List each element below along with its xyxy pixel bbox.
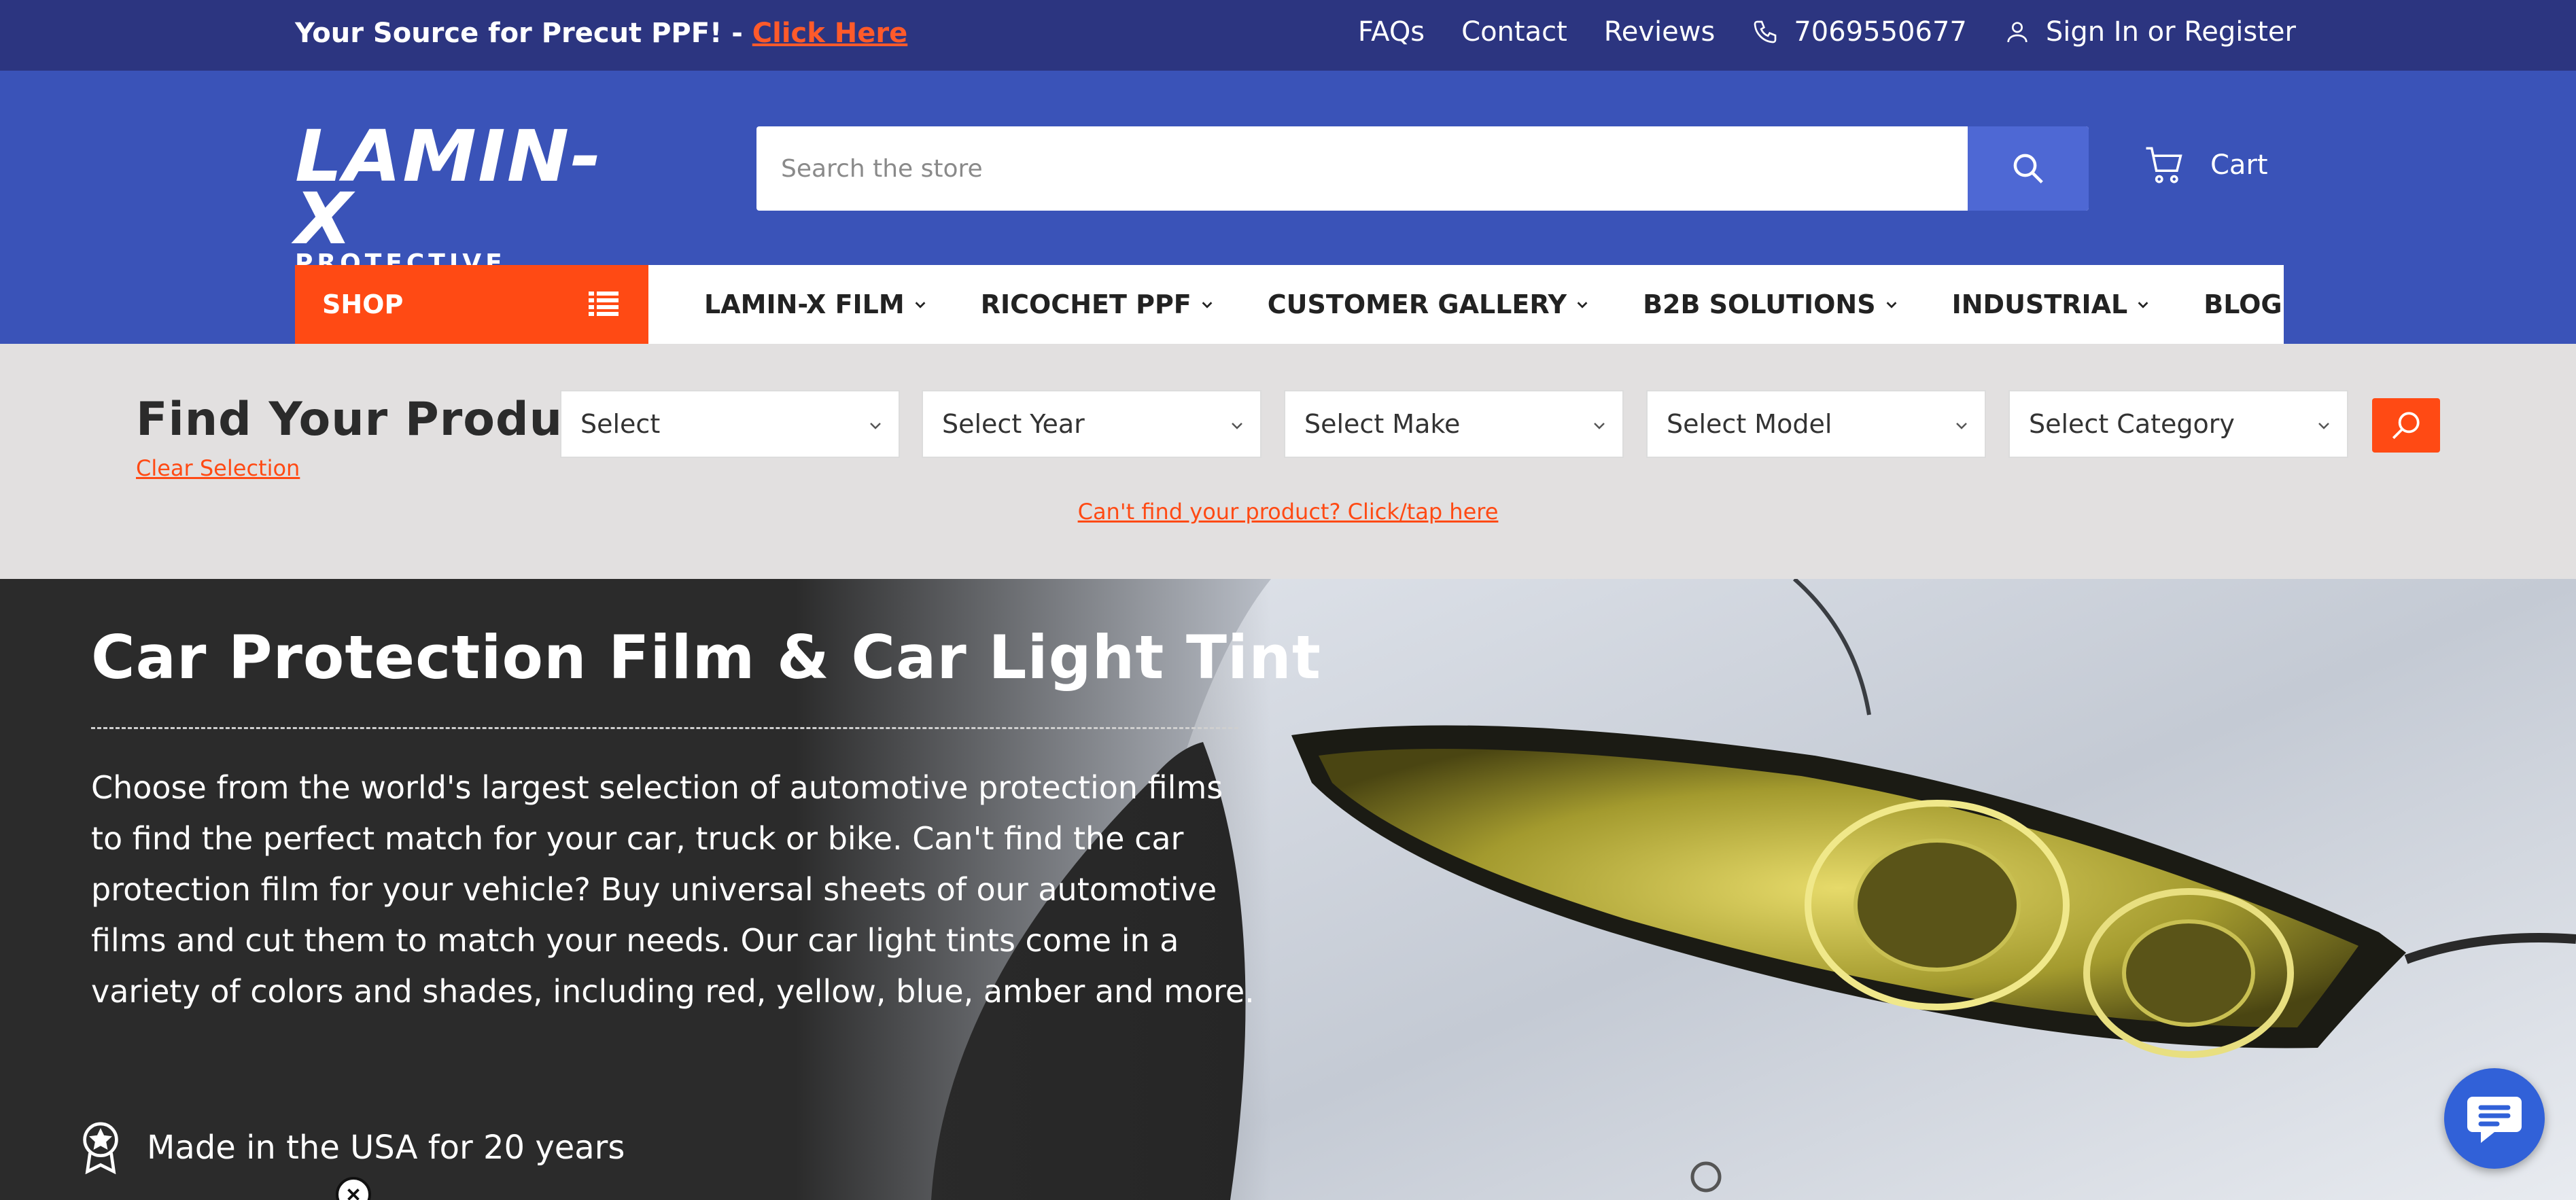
logo-wordmark: LAMIN-X: [295, 115, 603, 260]
nav-item-customer-gallery[interactable]: CUSTOMER GALLERY: [1268, 289, 1590, 319]
select-model[interactable]: Select Model: [1646, 390, 1986, 458]
search-input[interactable]: [756, 126, 1969, 211]
select-value: Select Make: [1304, 409, 1461, 439]
select-value: Select Category: [2029, 409, 2235, 439]
nav-item-lamin-x-film[interactable]: LAMIN-X FILM: [704, 289, 928, 319]
search-button[interactable]: [1968, 126, 2089, 211]
chevron-down-icon: [1886, 302, 1896, 308]
chevron-down-icon: [1956, 423, 1967, 429]
finder-title: Find Your Product: [136, 393, 614, 446]
announcement-bar: Your Source for Precut PPF! - Click Here…: [0, 0, 2576, 71]
chevron-down-icon: [915, 302, 926, 308]
utility-links: FAQs Contact Reviews 7069550677 Sign In …: [1358, 16, 2296, 48]
nav-item-label: CUSTOMER GALLERY: [1267, 289, 1567, 319]
select-category[interactable]: Select Category: [2008, 390, 2348, 458]
hero-description: Choose from the world's largest selectio…: [91, 769, 1255, 1010]
account-link[interactable]: Sign In or Register: [2004, 16, 2296, 48]
clear-selection-link[interactable]: Clear Selection: [136, 455, 300, 481]
hero-banner: Car Protection Film & Car Light Tint Cho…: [0, 579, 2576, 1200]
nav-item-label: LAMIN-X FILM: [704, 289, 905, 319]
phone-icon: [1754, 20, 1777, 43]
chevron-down-icon: [1232, 423, 1242, 429]
select-value: Select Model: [1667, 409, 1832, 439]
made-in-usa-badge: Made in the USA for 20 years: [79, 1121, 625, 1174]
nav-items: LAMIN-X FILM RICOCHET PPF CUSTOMER GALLE…: [648, 265, 2282, 344]
phone-number: 7069550677: [1794, 16, 1967, 48]
select-make[interactable]: Select Make: [1284, 390, 1624, 458]
chevron-down-icon: [1202, 302, 1213, 308]
search-icon: [2013, 154, 2043, 183]
nav-item-blog[interactable]: BLOG: [2204, 289, 2282, 319]
select-type[interactable]: Select: [560, 390, 900, 458]
nav-item-industrial[interactable]: INDUSTRIAL: [1952, 289, 2151, 319]
select-year[interactable]: Select Year: [922, 390, 1261, 458]
user-icon: [2007, 22, 2027, 43]
contact-link[interactable]: Contact: [1461, 16, 1567, 48]
search-icon: [2392, 412, 2420, 440]
phone-link[interactable]: 7069550677: [1752, 16, 1967, 48]
chevron-down-icon: [2318, 423, 2329, 429]
cart-label: Cart: [2210, 149, 2268, 181]
badge-text: Made in the USA for 20 years: [147, 1129, 625, 1167]
promo-text: Your Source for Precut PPF! -: [295, 18, 752, 49]
cart-icon: [2146, 147, 2182, 183]
shop-label: SHOP: [322, 289, 404, 319]
nav-item-label: RICOCHET PPF: [980, 289, 1191, 319]
live-chat-button[interactable]: [2444, 1068, 2545, 1169]
nav-item-label: BLOG: [2204, 289, 2282, 319]
nav-item-label: B2B SOLUTIONS: [1643, 289, 1876, 319]
award-ribbon-icon: [83, 1122, 118, 1174]
promo-link[interactable]: Click Here: [752, 18, 907, 49]
list-icon: [589, 292, 619, 316]
account-label: Sign In or Register: [2045, 16, 2296, 48]
faqs-link[interactable]: FAQs: [1358, 16, 1425, 48]
cant-find-product-link[interactable]: Can't find your product? Click/tap here: [0, 499, 2576, 525]
nav-item-label: INDUSTRIAL: [1951, 289, 2128, 319]
hero-divider: [91, 727, 1238, 729]
chat-icon: [2467, 1097, 2522, 1143]
cart-link[interactable]: Cart: [2142, 143, 2268, 188]
site-header: LAMIN-X PROTECTIVE FILMS Cart SHOP LAMIN…: [0, 71, 2576, 344]
shop-menu-button[interactable]: SHOP: [295, 265, 648, 344]
select-value: Select Year: [942, 409, 1085, 439]
promo-message: Your Source for Precut PPF! - Click Here: [295, 18, 907, 49]
close-icon: [347, 1188, 360, 1200]
select-value: Select: [580, 409, 661, 439]
hero-title: Car Protection Film & Car Light Tint: [91, 622, 1321, 692]
chevron-down-icon: [1594, 423, 1605, 429]
nav-item-b2b-solutions[interactable]: B2B SOLUTIONS: [1643, 289, 1899, 319]
close-popup-button[interactable]: [336, 1177, 371, 1200]
site-logo[interactable]: LAMIN-X PROTECTIVE FILMS: [295, 121, 616, 304]
reviews-link[interactable]: Reviews: [1604, 16, 1716, 48]
search-bar: [756, 126, 2089, 211]
product-finder: Find Your Product Clear Selection Select…: [0, 344, 2576, 579]
chevron-down-icon: [2138, 302, 2148, 308]
chevron-down-icon: [1577, 302, 1588, 308]
chevron-down-icon: [870, 423, 881, 429]
finder-search-button[interactable]: [2372, 398, 2440, 453]
nav-item-ricochet-ppf[interactable]: RICOCHET PPF: [981, 289, 1215, 319]
main-navigation: SHOP LAMIN-X FILM RICOCHET PPF CUSTOMER …: [295, 265, 2284, 344]
